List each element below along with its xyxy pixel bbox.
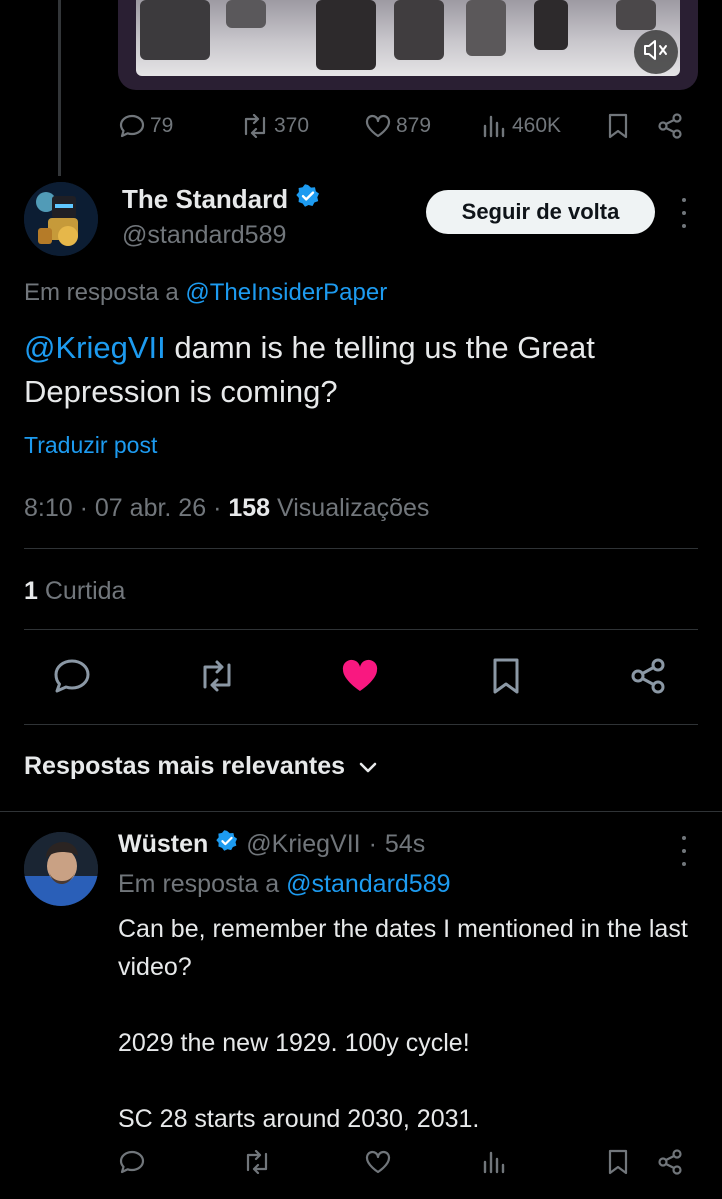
comment-icon [118,1149,146,1180]
post-header: The Standard @standard589 Seguir de volt… [24,182,704,260]
like-button[interactable] [338,656,382,700]
views-button[interactable] [482,1148,508,1180]
reply-button[interactable] [50,656,94,700]
reply-paragraph: SC 28 starts around 2030, 2031. [118,1105,480,1133]
divider [24,724,698,725]
post-meta: 8:10 · 07 abr. 26 · 158 Visualizações [24,494,430,522]
like-count: 879 [396,114,432,137]
reply-header: Wüsten @KriegVII · 54s [118,830,426,859]
verified-badge-icon [296,184,320,215]
verified-badge-icon [216,830,238,859]
like-button[interactable] [364,1148,392,1180]
author-display-name: The Standard [122,184,289,214]
reply-author-name[interactable]: Wüsten [118,830,208,859]
views-label: Visualizações [277,494,430,522]
sort-label: Respostas mais relevantes [24,752,346,780]
video-player[interactable] [118,0,698,90]
repost-count-button[interactable]: 370 [240,114,309,138]
likes-summary[interactable]: 1 Curtida [24,577,125,606]
author-block: The Standard @standard589 [122,184,320,250]
translate-post-link[interactable]: Traduzir post [24,432,157,459]
repost-icon [196,659,238,698]
heart-icon [364,1149,392,1180]
bookmark-icon [606,1148,630,1181]
divider [24,548,698,549]
reply-author-handle[interactable]: @KriegVII [246,830,360,859]
views-chart-icon [482,114,508,138]
replies-sort-dropdown[interactable]: Respostas mais relevantes [24,752,377,781]
share-button[interactable] [656,112,684,140]
volume-muted-icon [643,39,669,66]
more-options-icon[interactable] [672,198,696,228]
reply-paragraph: 2029 the new 1929. 100y cycle! [118,1029,470,1057]
views-count-button[interactable]: 460K [482,114,561,138]
share-icon [656,1148,684,1181]
reply-actions [118,1148,688,1180]
divider [24,629,698,630]
post-text: @KriegVII damn is he telling us the Grea… [24,326,694,414]
reply-prefix: Em resposta a [24,279,179,306]
divider [0,811,722,812]
heart-filled-icon [340,658,380,699]
video-frame [136,0,680,76]
bookmark-button[interactable] [484,656,528,700]
views-chart-icon [482,1150,508,1179]
share-button[interactable] [626,656,670,700]
post-actions [50,656,690,700]
bookmark-button[interactable] [606,112,630,140]
post-time[interactable]: 8:10 [24,494,73,522]
reply-count: 79 [150,114,174,137]
post-date[interactable]: 07 abr. 26 [95,494,206,522]
avatar[interactable] [24,832,98,906]
chevron-down-icon [359,752,377,781]
more-options-icon[interactable] [672,836,696,866]
author-name-row[interactable]: The Standard [122,184,320,215]
follow-back-button[interactable]: Seguir de volta [426,190,655,234]
avatar[interactable] [24,182,98,256]
repost-button[interactable] [195,656,239,700]
reply-context: Em resposta a @standard589 [118,870,451,899]
comment-icon [52,658,92,699]
comment-icon [118,113,146,139]
repost-icon [242,1149,272,1179]
reply-button[interactable] [118,1148,146,1180]
reply-context: Em resposta a @TheInsiderPaper [24,279,387,307]
reply-body: Can be, remember the dates I mentioned i… [118,910,698,1176]
views-count: 460K [512,114,562,137]
views-count: 158 [228,494,271,522]
bookmark-button[interactable] [606,1148,630,1180]
share-button[interactable] [656,1148,684,1180]
reply-paragraph: Can be, remember the dates I mentioned i… [118,915,688,981]
author-handle[interactable]: @standard589 [122,221,320,250]
share-icon [629,657,667,700]
like-count-button[interactable]: 879 [364,113,431,139]
mention-link[interactable]: @KriegVII [24,330,166,365]
mute-button[interactable] [634,30,678,74]
share-icon [656,112,684,140]
reply-to-link[interactable]: @TheInsiderPaper [185,279,387,306]
likes-count: 1 [24,577,38,605]
likes-label: Curtida [44,577,126,605]
repost-button[interactable] [242,1148,272,1180]
bookmark-icon [490,657,522,700]
reply-time[interactable]: 54s [385,830,425,859]
bookmark-icon [606,112,630,140]
repost-count: 370 [274,114,310,137]
heart-icon [364,113,392,139]
reply-prefix: Em resposta a [118,870,280,898]
reply-to-link[interactable]: @standard589 [286,870,450,898]
reply-count-button[interactable]: 79 [118,113,173,139]
repost-icon [240,114,270,138]
prev-post-stats: 79 370 879 460K [118,111,688,141]
thread-connector [58,0,61,176]
